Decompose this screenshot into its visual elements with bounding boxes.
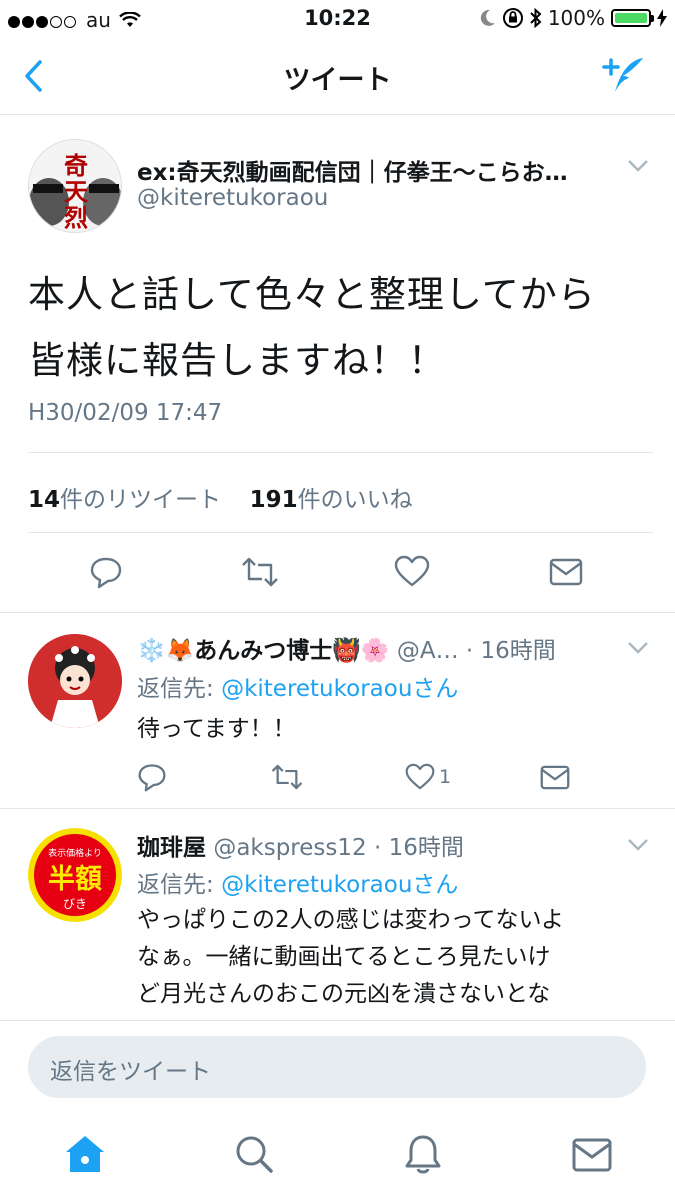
reply-to-prefix: 返信先: (137, 872, 222, 898)
reply-to-handle-link[interactable]: @kiteretukoraou (221, 676, 412, 702)
navigation-bar: ツイート (0, 40, 675, 115)
avatar-top-text: 表示価格より (48, 847, 102, 859)
main-tweet-text-line2: 皆様に報告しますね！！ (28, 339, 446, 382)
tab-notifications[interactable] (404, 1133, 442, 1179)
reply-handle[interactable]: @A… (397, 638, 459, 664)
reply-display-name[interactable]: ❄️🦊あんみつ博士👹🌸 (137, 638, 390, 664)
status-right: 100% (480, 6, 667, 30)
main-retweet-button[interactable] (240, 557, 280, 591)
notifications-icon (405, 1135, 441, 1174)
reply-menu-button[interactable] (627, 837, 649, 856)
moon-icon (480, 9, 495, 26)
chevron-down-icon (628, 839, 648, 851)
divider (0, 808, 675, 809)
retweet-icon (242, 557, 278, 587)
reply-reply-button[interactable] (137, 762, 167, 796)
reply-like-count: 1 (439, 765, 452, 788)
main-tweet-avatar[interactable]: 奇 天 烈 (28, 139, 122, 233)
reply-text: 待ってます！！ (137, 716, 296, 742)
reply-header: ❄️🦊あんみつ博士👹🌸 @A… · 16時間 (137, 631, 622, 665)
rotation-lock-icon (502, 8, 523, 28)
reply-to-suffix: さん (412, 872, 459, 898)
page-title: ツイート (283, 65, 392, 96)
retweet-label: 件のリツイート (60, 487, 222, 513)
chevron-down-icon (628, 160, 648, 172)
reply-handle[interactable]: @akspress12 (213, 835, 366, 861)
main-dm-button[interactable] (549, 558, 583, 590)
reply-text-line3: ど月光さんのおこの元凶を潰さないとな (137, 981, 551, 1007)
tab-home[interactable] (64, 1134, 106, 1178)
reply-retweet-button[interactable] (270, 764, 304, 794)
divider (28, 532, 653, 533)
reply-input-placeholder: 返信をツイート (50, 1059, 211, 1085)
reply-like-button[interactable]: 1 (405, 763, 451, 790)
status-bar: au 10:22 100% (0, 0, 675, 40)
reply-to-suffix: さん (412, 676, 459, 702)
avatar-image: 奇 天 烈 (29, 140, 121, 232)
like-icon (405, 763, 435, 790)
retweet-count: 14 (28, 487, 61, 513)
main-tweet-text: 本人と話して色々と整理してから 皆様に報告しますね！！ (28, 262, 596, 394)
reply-icon (90, 557, 122, 589)
main-like-button[interactable] (394, 555, 430, 591)
svg-text:烈: 烈 (64, 204, 88, 232)
main-tweet-display-name[interactable]: ex:奇天烈動画配信団｜仔拳王〜こらお… (137, 153, 607, 187)
search-icon (236, 1136, 273, 1173)
svg-text:天: 天 (64, 178, 88, 206)
like-label: 件のいいね (297, 487, 413, 513)
compose-tweet-button[interactable] (601, 54, 647, 100)
home-icon (66, 1136, 104, 1172)
dm-icon (540, 765, 570, 790)
reply-text-line2: なぁ。一緒に動画出てるところ見たいけ (137, 944, 551, 970)
reply-time: · 16時間 (373, 835, 464, 861)
retweet-icon (271, 764, 303, 790)
svg-text:奇: 奇 (64, 152, 88, 180)
reply-input[interactable]: 返信をツイート (28, 1036, 646, 1098)
charging-icon (657, 9, 667, 27)
reply-to-line: 返信先: @kiteretukoraouさん (137, 865, 458, 899)
compose-tweet-icon (602, 58, 643, 92)
main-tweet-menu-button[interactable] (627, 158, 649, 177)
bluetooth-icon (530, 8, 542, 28)
reply-icon (138, 764, 166, 792)
messages-icon (572, 1138, 612, 1172)
reply-text-line1: やっぱりこの2人の感じは変わってないよ (137, 907, 565, 933)
main-reply-button[interactable] (89, 555, 123, 593)
engagement-stats: 14件のリツイート 191件のいいね (28, 480, 413, 514)
reply-to-handle-link[interactable]: @kiteretukoraou (221, 872, 412, 898)
like-count: 191 (249, 487, 298, 513)
reply-display-name[interactable]: 珈琲屋 (137, 835, 206, 861)
reply-avatar[interactable]: 表示価格より 半額 びき (28, 828, 122, 922)
retweets-stat[interactable]: 14件のリツイート (28, 487, 221, 513)
avatar-bottom-text: びき (63, 897, 87, 911)
reply-header: 珈琲屋 @akspress12 · 16時間 (137, 828, 622, 862)
chevron-down-icon (628, 642, 648, 654)
reply-to-line: 返信先: @kiteretukoraouさん (137, 669, 458, 703)
divider (28, 452, 653, 453)
reply-to-prefix: 返信先: (137, 676, 222, 702)
tab-messages[interactable] (572, 1138, 612, 1176)
like-icon (394, 555, 430, 587)
main-tweet-timestamp: H30/02/09 17:47 (28, 400, 223, 426)
reply-avatar[interactable] (28, 634, 122, 728)
main-tweet-handle[interactable]: @kiteretukoraou (137, 185, 328, 211)
reply-text: やっぱりこの2人の感じは変わってないよ なぁ。一緒に動画出てるところ見たいけ ど… (137, 902, 564, 1013)
tab-bar (0, 1120, 675, 1200)
avatar-image: 表示価格より 半額 びき (28, 828, 122, 922)
reply-menu-button[interactable] (627, 640, 649, 659)
battery-icon (611, 9, 654, 27)
likes-stat[interactable]: 191件のいいね (250, 487, 413, 513)
avatar-main-text: 半額 (48, 864, 102, 895)
divider (0, 612, 675, 613)
tab-search[interactable] (234, 1134, 274, 1178)
battery-percent: 100% (547, 6, 605, 30)
main-tweet-text-line1: 本人と話して色々と整理してから (28, 273, 596, 316)
reply-dm-button[interactable] (540, 765, 570, 794)
reply-time: · 16時間 (465, 638, 556, 664)
avatar-image (28, 634, 122, 728)
dm-icon (549, 558, 583, 586)
